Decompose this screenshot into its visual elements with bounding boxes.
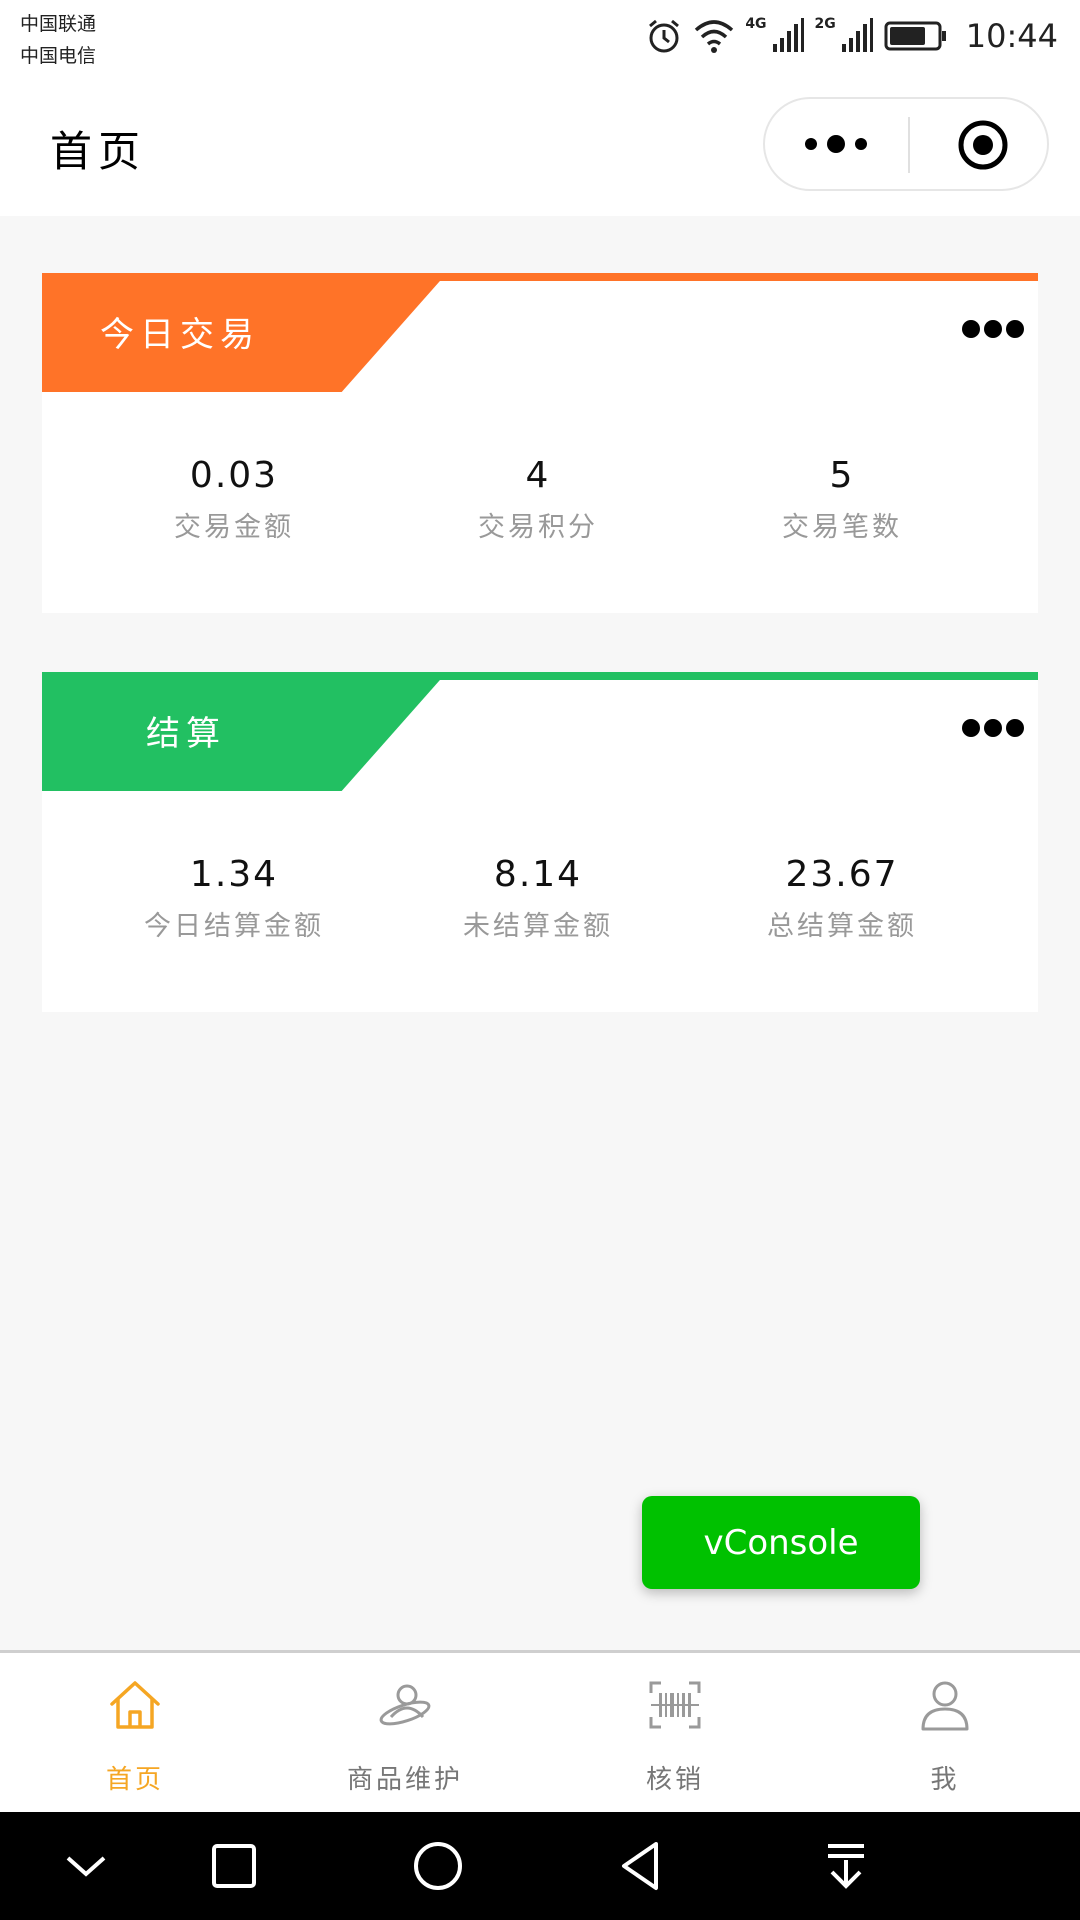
tab-label: 首页 bbox=[105, 1765, 164, 1795]
stat-unsettled-amount[interactable]: 8.14 未结算金额 bbox=[386, 852, 690, 943]
barcode-scan-icon bbox=[649, 1681, 701, 1729]
recents-square-icon[interactable] bbox=[208, 1840, 260, 1892]
close-mini-program-icon[interactable] bbox=[957, 119, 1009, 171]
stat-label: 交易金额 bbox=[174, 512, 294, 543]
signal-icon bbox=[772, 18, 804, 52]
stat-label: 总结算金额 bbox=[767, 911, 917, 942]
card-header-tab: 结算 bbox=[42, 672, 447, 791]
card-more-button[interactable] bbox=[962, 319, 1024, 339]
stat-label: 交易笔数 bbox=[782, 512, 902, 543]
stat-transaction-count[interactable]: 5 交易笔数 bbox=[690, 453, 994, 544]
navigation-bar: 首页 bbox=[0, 84, 1080, 216]
stat-today-settlement[interactable]: 1.34 今日结算金额 bbox=[82, 852, 386, 943]
more-dot-icon bbox=[962, 320, 980, 338]
network-type-1: 4G bbox=[745, 16, 767, 32]
tab-product-maintenance[interactable]: 商品维护 bbox=[270, 1653, 540, 1813]
stat-label: 今日结算金额 bbox=[144, 911, 324, 942]
user-icon bbox=[921, 1681, 969, 1731]
vconsole-button[interactable]: vConsole bbox=[642, 1496, 920, 1589]
planet-user-icon bbox=[379, 1684, 431, 1726]
card-header-tab: 今日交易 bbox=[42, 273, 447, 392]
tab-verification[interactable]: 核销 bbox=[540, 1653, 810, 1813]
notification-pulldown-icon[interactable] bbox=[820, 1840, 872, 1892]
card-title: 今日交易 bbox=[100, 315, 260, 355]
wifi-icon bbox=[695, 20, 734, 53]
more-dot-icon bbox=[1006, 320, 1024, 338]
page-title: 首页 bbox=[50, 127, 147, 176]
chevron-down-icon[interactable] bbox=[60, 1840, 112, 1892]
back-triangle-icon[interactable] bbox=[616, 1840, 668, 1892]
home-circle-icon[interactable] bbox=[412, 1840, 464, 1892]
more-menu-button[interactable] bbox=[765, 99, 907, 189]
stats-row: 1.34 今日结算金额 8.14 未结算金额 23.67 总结算金额 bbox=[42, 852, 1038, 943]
stat-transaction-points[interactable]: 4 交易积分 bbox=[386, 453, 690, 544]
more-dot-icon bbox=[1006, 719, 1024, 737]
stat-label: 交易积分 bbox=[478, 512, 598, 543]
more-dot-icon bbox=[984, 320, 1002, 338]
more-dot-icon bbox=[805, 138, 817, 150]
today-transaction-card: 今日交易 0.03 交易金额 4 交易积分 5 交易笔数 bbox=[42, 273, 1038, 613]
signal-icon-2 bbox=[841, 18, 873, 52]
more-dot-icon bbox=[827, 135, 845, 153]
card-title: 结算 bbox=[146, 714, 226, 754]
tab-label: 商品维护 bbox=[346, 1765, 463, 1795]
alarm-icon bbox=[649, 19, 680, 53]
more-dot-icon bbox=[962, 719, 980, 737]
stat-total-settlement[interactable]: 23.67 总结算金额 bbox=[690, 852, 994, 943]
carrier-info: 中国联通 中国电信 bbox=[20, 8, 96, 72]
stat-value: 1.34 bbox=[189, 854, 279, 895]
stats-row: 0.03 交易金额 4 交易积分 5 交易笔数 bbox=[42, 453, 1038, 544]
tab-home[interactable]: 首页 bbox=[0, 1653, 270, 1813]
more-dot-icon bbox=[855, 138, 867, 150]
settlement-card: 结算 1.34 今日结算金额 8.14 未结算金额 23.67 总结算金额 bbox=[42, 672, 1038, 1012]
stat-value: 5 bbox=[829, 455, 855, 496]
clock: 10:44 bbox=[965, 17, 1058, 55]
system-navigation-bar bbox=[0, 1812, 1080, 1920]
stat-value: 4 bbox=[525, 455, 551, 496]
battery-icon bbox=[884, 21, 946, 51]
tab-label: 核销 bbox=[645, 1765, 704, 1795]
status-icons: 4G 2G 10:44 bbox=[645, 14, 1058, 58]
more-dot-icon bbox=[984, 719, 1002, 737]
tab-me[interactable]: 我 bbox=[810, 1653, 1080, 1813]
capsule-divider bbox=[908, 117, 910, 173]
status-bar: 中国联通 中国电信 4G 2G 10:44 bbox=[0, 0, 1080, 84]
mini-program-capsule bbox=[763, 97, 1049, 191]
card-more-button[interactable] bbox=[962, 718, 1024, 738]
stat-transaction-amount[interactable]: 0.03 交易金额 bbox=[82, 453, 386, 544]
home-icon bbox=[110, 1681, 160, 1729]
stat-label: 未结算金额 bbox=[463, 911, 613, 942]
stat-value: 0.03 bbox=[189, 455, 279, 496]
stat-value: 23.67 bbox=[785, 854, 899, 895]
network-type-2: 2G bbox=[814, 16, 836, 32]
stat-value: 8.14 bbox=[493, 854, 583, 895]
tab-label: 我 bbox=[930, 1765, 960, 1795]
tab-bar: 首页 商品维护 核销 我 bbox=[0, 1650, 1080, 1812]
carrier-1: 中国联通 bbox=[20, 13, 97, 35]
carrier-2: 中国电信 bbox=[20, 45, 97, 67]
